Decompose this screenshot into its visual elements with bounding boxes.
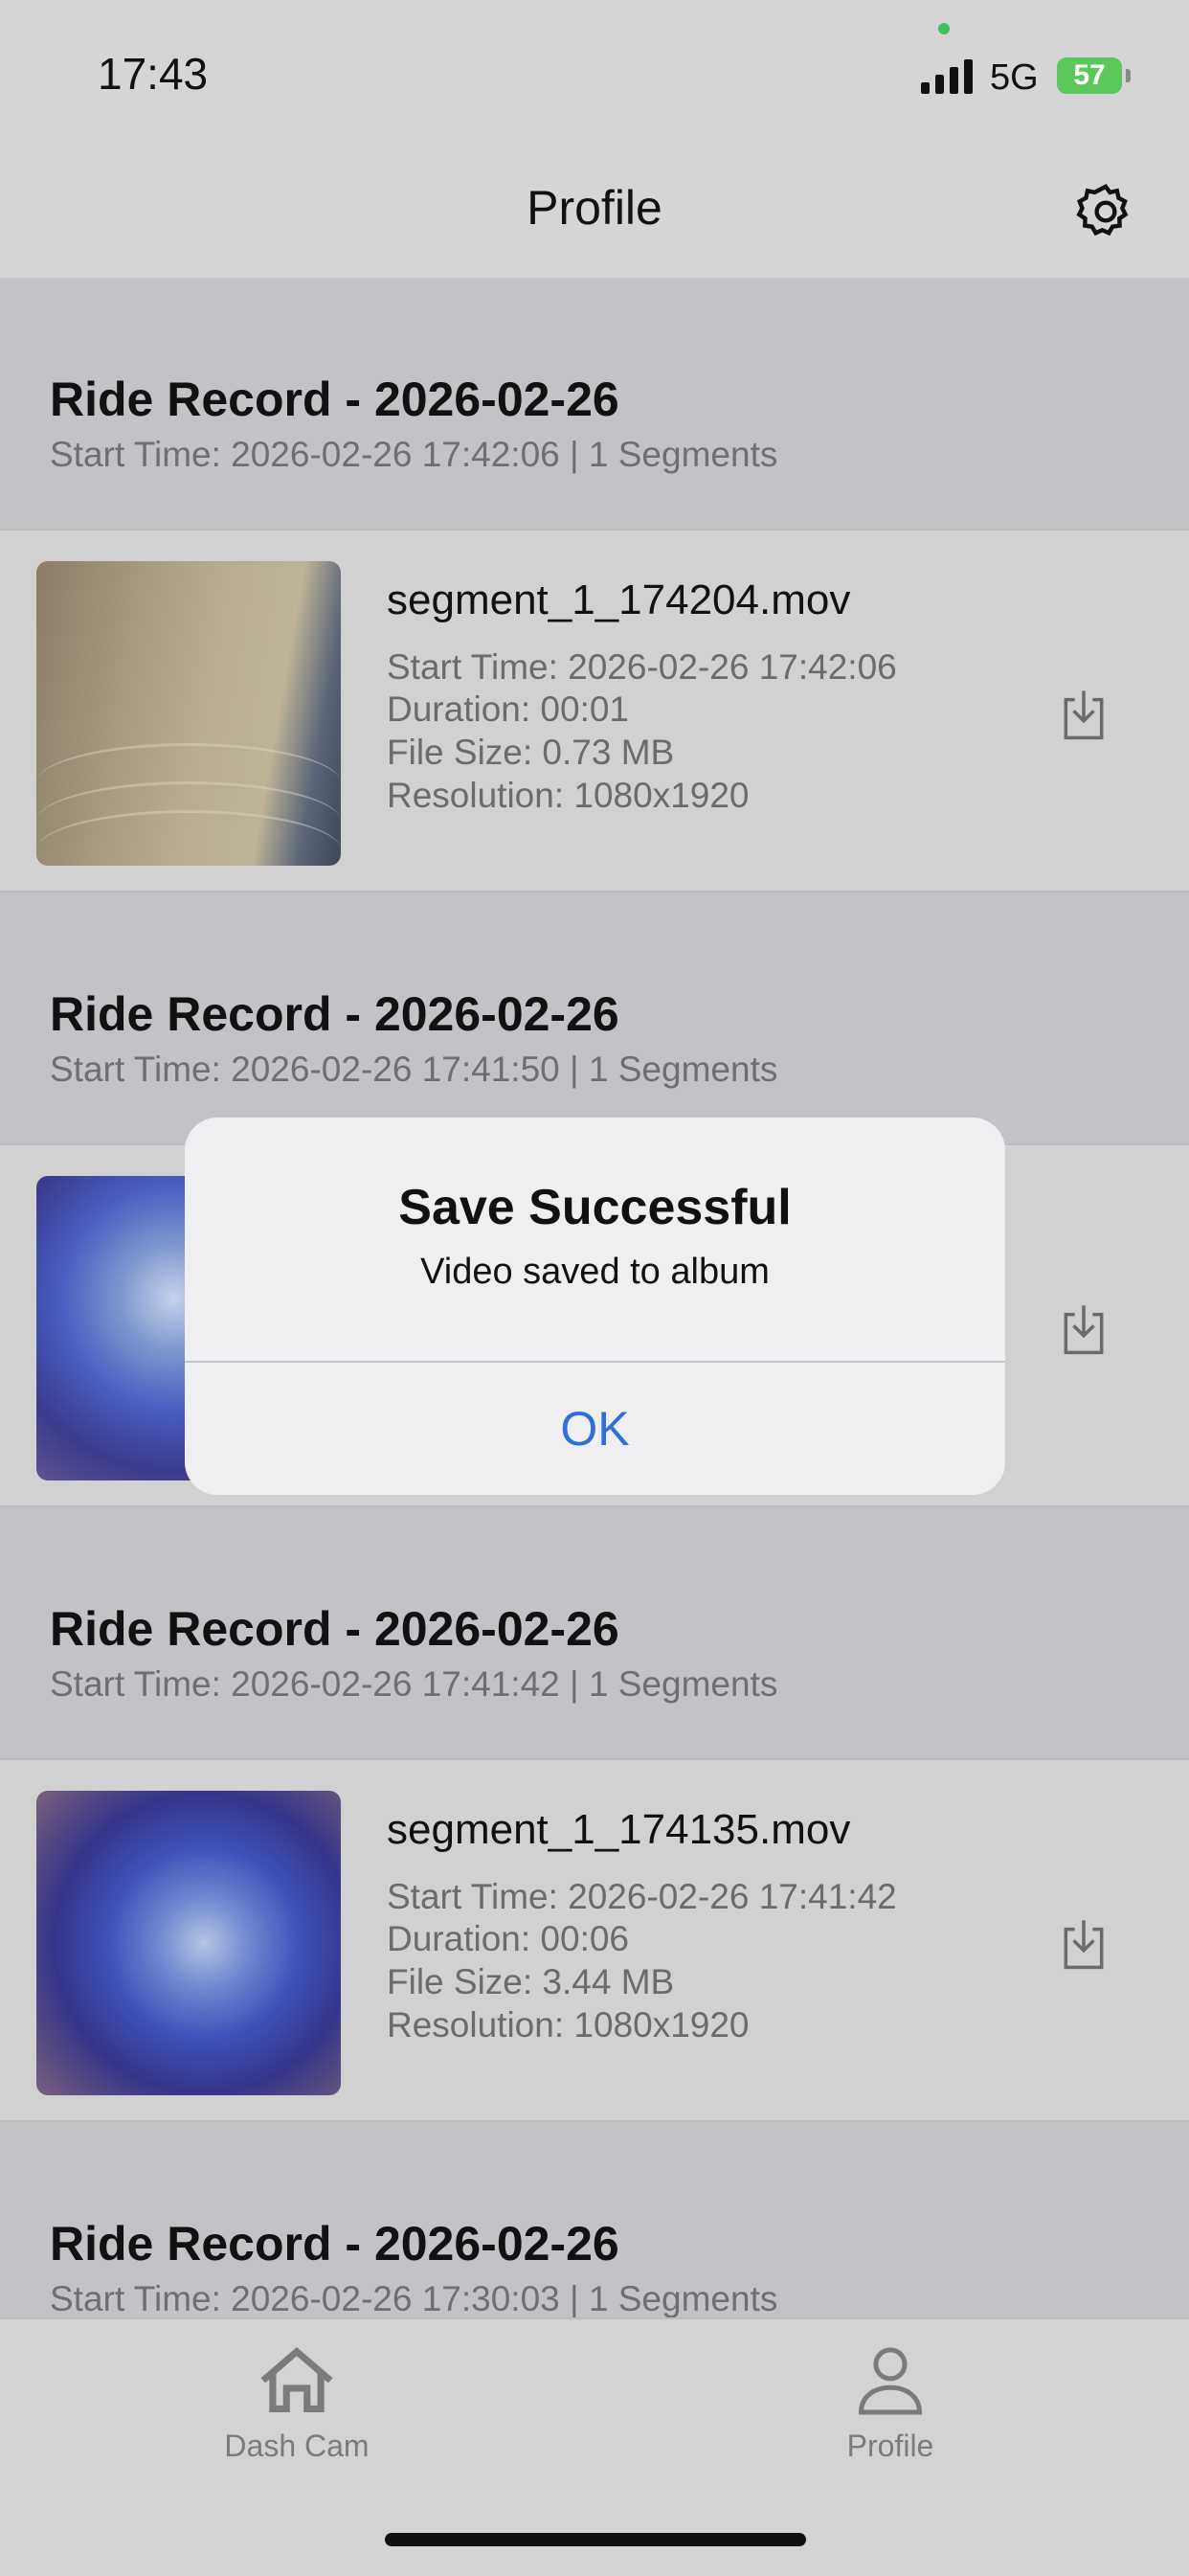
home-indicator[interactable] (385, 2533, 806, 2546)
segment-filename: segment_1_174204.mov (387, 576, 851, 623)
battery-icon: 57 (1057, 57, 1122, 94)
record-title: Ride Record - 2026-02-26 (50, 987, 619, 1041)
record-header: Ride Record - 2026-02-26 Start Time: 202… (0, 1507, 1189, 1758)
record-header: Ride Record - 2026-02-26 Start Time: 202… (0, 893, 1189, 1143)
record-title: Ride Record - 2026-02-26 (50, 1602, 619, 1656)
video-thumbnail[interactable] (36, 1791, 341, 2095)
network-type: 5G (990, 57, 1039, 98)
segment-filename: segment_1_174135.mov (387, 1806, 851, 1853)
segment-start-time: Start Time: 2026-02-26 17:42:06 (387, 647, 897, 687)
download-icon[interactable] (1057, 686, 1110, 745)
nav-bar: Profile (0, 144, 1189, 278)
segment-duration: Duration: 00:06 (387, 1919, 630, 1958)
download-icon[interactable] (1057, 1915, 1110, 1975)
alert-message: Video saved to album (420, 1252, 770, 1292)
segment-duration: Duration: 00:01 (387, 689, 630, 729)
record-header: Ride Record - 2026-02-26 Start Time: 202… (0, 2122, 1189, 2317)
tab-label: Dash Cam (224, 2429, 370, 2463)
record-subtitle: Start Time: 2026-02-26 17:41:42 | 1 Segm… (50, 1664, 778, 1704)
record-subtitle: Start Time: 2026-02-26 17:42:06 | 1 Segm… (50, 435, 778, 474)
gear-icon[interactable] (1074, 180, 1137, 243)
record-subtitle: Start Time: 2026-02-26 17:41:50 | 1 Segm… (50, 1050, 778, 1089)
tab-profile[interactable]: Profile (737, 2339, 1043, 2464)
ok-button[interactable]: OK (185, 1363, 1005, 1495)
record-header: Ride Record - 2026-02-26 Start Time: 202… (0, 278, 1189, 529)
record-title: Ride Record - 2026-02-26 (50, 373, 619, 426)
segment-row[interactable]: segment_1_174135.mov Start Time: 2026-02… (0, 1758, 1189, 2122)
tab-label: Profile (846, 2429, 934, 2463)
segment-row[interactable]: segment_1_174204.mov Start Time: 2026-02… (0, 529, 1189, 893)
status-bar: 17:43 5G 57 (0, 0, 1189, 144)
record-subtitle: Start Time: 2026-02-26 17:30:03 | 1 Segm… (50, 2279, 778, 2317)
alert-title: Save Successful (398, 1180, 792, 1235)
tab-dash-cam[interactable]: Dash Cam (144, 2339, 450, 2464)
segment-start-time: Start Time: 2026-02-26 17:41:42 (387, 1877, 897, 1916)
record-title: Ride Record - 2026-02-26 (50, 2217, 619, 2271)
privacy-indicator-dot (938, 23, 950, 34)
battery-tip (1126, 69, 1131, 82)
segment-file-size: File Size: 0.73 MB (387, 733, 675, 772)
download-icon[interactable] (1057, 1300, 1110, 1360)
video-thumbnail[interactable] (36, 561, 341, 866)
segment-resolution: Resolution: 1080x1920 (387, 2005, 750, 2045)
status-time: 17:43 (98, 49, 209, 99)
person-icon (859, 2347, 922, 2415)
signal-icon (921, 56, 975, 94)
segment-resolution: Resolution: 1080x1920 (387, 776, 750, 815)
segment-file-size: File Size: 3.44 MB (387, 1962, 675, 2001)
house-icon (260, 2346, 333, 2413)
page-title: Profile (527, 181, 662, 235)
save-success-alert: Save Successful Video saved to album OK (185, 1118, 1005, 1495)
